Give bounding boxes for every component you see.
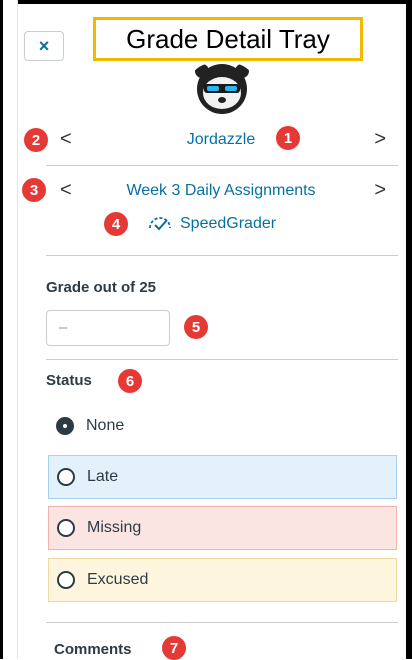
grade-input[interactable]: – <box>46 310 170 346</box>
frame-top-border <box>0 0 412 4</box>
speedgrader-link[interactable]: SpeedGrader <box>146 212 276 236</box>
status-option-excused[interactable]: Excused <box>48 558 397 602</box>
callout-badge: 1 <box>276 126 300 150</box>
divider <box>46 165 398 166</box>
radio-icon[interactable] <box>57 571 75 589</box>
close-button[interactable]: × <box>24 31 64 61</box>
grade-label: Grade out of 25 <box>46 279 157 296</box>
callout-badge: 6 <box>118 369 142 393</box>
status-option-label: Late <box>87 468 119 485</box>
callout-badge: 2 <box>24 128 48 152</box>
radio-selected-icon[interactable] <box>56 417 74 435</box>
comments-label: Comments <box>54 641 132 658</box>
next-student-button[interactable]: > <box>374 128 386 151</box>
close-icon: × <box>38 36 50 56</box>
page-gutter <box>3 0 18 659</box>
student-navigation: < Jordazzle > <box>46 126 396 156</box>
divider <box>46 359 398 360</box>
callout-badge: 7 <box>162 636 186 660</box>
status-option-label: Missing <box>87 519 142 536</box>
status-label: Status <box>46 372 92 389</box>
radio-icon[interactable] <box>57 519 75 537</box>
status-option-late[interactable]: Late <box>48 455 397 499</box>
divider <box>46 622 398 623</box>
speedgrader-label: SpeedGrader <box>180 215 277 232</box>
tray-title: Grade Detail Tray <box>93 17 363 61</box>
assignment-navigation: < Week 3 Daily Assignments > <box>46 177 396 207</box>
status-option-missing[interactable]: Missing <box>48 506 397 550</box>
divider <box>46 255 398 256</box>
frame-right-border <box>406 0 412 659</box>
assignment-name-link[interactable]: Week 3 Daily Assignments <box>46 182 396 200</box>
status-option-label: None <box>86 417 125 434</box>
speedgrader-icon <box>149 217 171 231</box>
student-avatar <box>187 63 257 115</box>
callout-badge: 4 <box>104 212 128 236</box>
next-assignment-button[interactable]: > <box>374 179 386 202</box>
status-option-none[interactable]: None <box>48 404 397 448</box>
callout-badge: 3 <box>22 178 46 202</box>
student-name-link[interactable]: Jordazzle <box>46 131 396 149</box>
callout-badge: 5 <box>184 315 208 339</box>
status-option-label: Excused <box>87 571 149 588</box>
radio-icon[interactable] <box>57 468 75 486</box>
